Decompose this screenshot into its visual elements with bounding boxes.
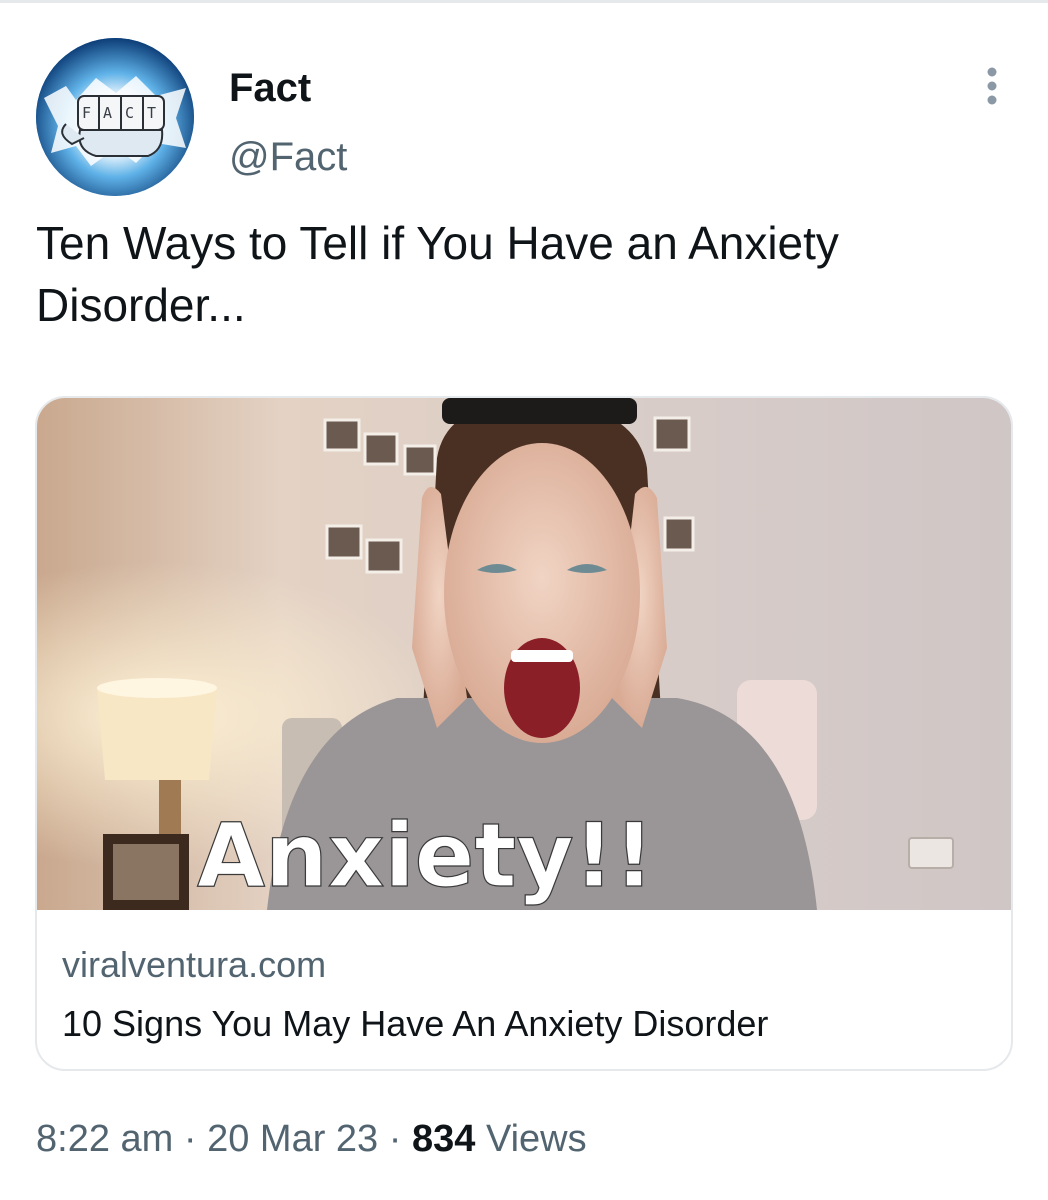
link-preview-card[interactable]: Anxiety!! viralventura.com 10 Signs You … — [35, 396, 1013, 1071]
avatar-letter: A — [103, 104, 112, 122]
meta-separator: · — [183, 1118, 197, 1160]
author-display-name[interactable]: Fact — [229, 64, 311, 112]
tweet-meta: 8:22 am · 20 Mar 23 · 834 Views — [36, 1115, 587, 1163]
views-count[interactable]: 834 — [412, 1118, 475, 1160]
views-label: Views — [485, 1118, 587, 1160]
card-image-overlay-text: Anxiety!! — [197, 804, 654, 907]
more-options-button[interactable] — [968, 62, 1016, 110]
avatar-letter: T — [147, 104, 156, 122]
avatar-letter: F — [82, 104, 91, 122]
author-avatar[interactable]: F A C T — [36, 38, 194, 196]
top-divider — [0, 0, 1048, 3]
author-handle[interactable]: @Fact — [229, 133, 347, 181]
meta-separator: · — [388, 1118, 402, 1160]
card-title: 10 Signs You May Have An Anxiety Disorde… — [62, 1003, 769, 1044]
tweet-time[interactable]: 8:22 am — [36, 1118, 173, 1160]
card-image[interactable]: Anxiety!! — [37, 398, 1011, 910]
fist-logo-icon: F A C T — [36, 38, 194, 196]
card-domain: viralventura.com — [62, 944, 327, 985]
more-vertical-icon — [987, 67, 997, 105]
tweet-date[interactable]: 20 Mar 23 — [207, 1118, 378, 1160]
avatar-letter: C — [125, 104, 134, 122]
tweet-text: Ten Ways to Tell if You Have an Anxiety … — [36, 217, 839, 331]
